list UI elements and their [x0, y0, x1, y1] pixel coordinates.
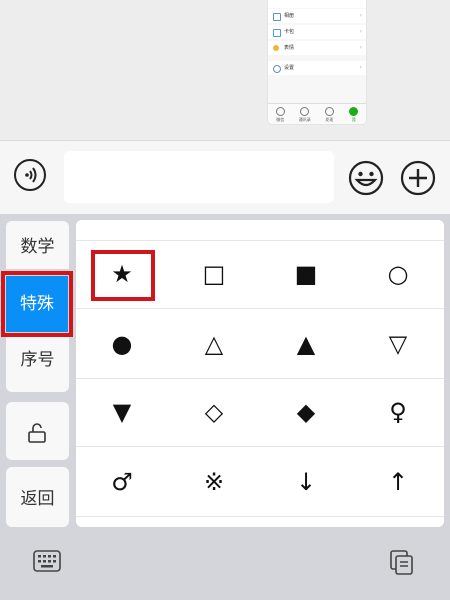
thumb-top-item	[268, 0, 366, 8]
smiley-icon	[348, 160, 384, 196]
symbol-key[interactable]: ▼	[76, 380, 168, 448]
thumb-tab-chats: 微信	[268, 104, 293, 124]
thumb-tab-contacts: 通讯录	[293, 104, 318, 124]
card-icon	[273, 29, 281, 37]
grid-top-row-partial	[76, 220, 444, 241]
category-special[interactable]: 特殊	[6, 276, 68, 332]
album-icon	[273, 13, 281, 21]
thumb-tab-bar: 微信 通讯录 发现 我	[268, 103, 366, 124]
settings-icon	[273, 65, 281, 73]
back-button[interactable]: 返回	[6, 467, 69, 527]
symbol-key[interactable]: ◆	[260, 380, 352, 448]
symbol-key[interactable]: ♂	[76, 450, 168, 518]
emoji-button[interactable]	[348, 160, 384, 196]
thumb-item-emoji: 表情 ›	[268, 41, 366, 55]
symbol-key[interactable]: ※	[168, 450, 260, 518]
thumb-item-settings: 设置 ›	[268, 61, 366, 75]
symbol-key[interactable]: ↓	[260, 450, 352, 518]
category-math[interactable]: 数学	[6, 221, 69, 269]
thumb-item-card: 卡包 ›	[268, 25, 366, 39]
symbol-key[interactable]: ▲	[260, 312, 352, 380]
lock-icon	[28, 423, 46, 443]
emoji-icon	[273, 45, 279, 51]
voice-button[interactable]	[14, 159, 46, 191]
keyboard-icon	[33, 550, 61, 572]
symbol-key[interactable]: ↑	[352, 450, 444, 518]
symbol-key[interactable]: △	[168, 312, 260, 380]
message-input[interactable]	[64, 151, 334, 203]
symbol-key[interactable]: ■	[260, 242, 352, 310]
symbol-key[interactable]: □	[168, 242, 260, 310]
category-serial[interactable]: 序号	[6, 334, 69, 392]
wechat-me-page-thumbnail: 相册 › 卡包 › 表情 › 设置 › 微信 通讯录 发现 我	[268, 0, 366, 124]
symbol-key[interactable]: ○	[352, 242, 444, 310]
keyboard-bottom-bar	[0, 530, 450, 600]
keyboard-switch-button[interactable]	[33, 549, 61, 573]
clipboard-button[interactable]	[388, 548, 416, 576]
lock-button[interactable]	[6, 402, 69, 460]
plus-icon	[400, 160, 436, 196]
background-area	[0, 0, 450, 140]
symbol-key[interactable]: ▽	[352, 312, 444, 380]
voice-icon	[25, 167, 37, 183]
symbol-key[interactable]: ◇	[168, 380, 260, 448]
thumb-tab-me: 我	[342, 104, 367, 124]
thumb-item-album: 相册 ›	[268, 9, 366, 23]
thumb-tab-discover: 发现	[317, 104, 342, 124]
symbol-key[interactable]: ♀	[352, 380, 444, 448]
highlight-box-symbol	[91, 250, 155, 301]
pages-icon	[390, 550, 413, 575]
more-button[interactable]	[400, 160, 436, 196]
symbol-key[interactable]: ●	[76, 312, 168, 380]
